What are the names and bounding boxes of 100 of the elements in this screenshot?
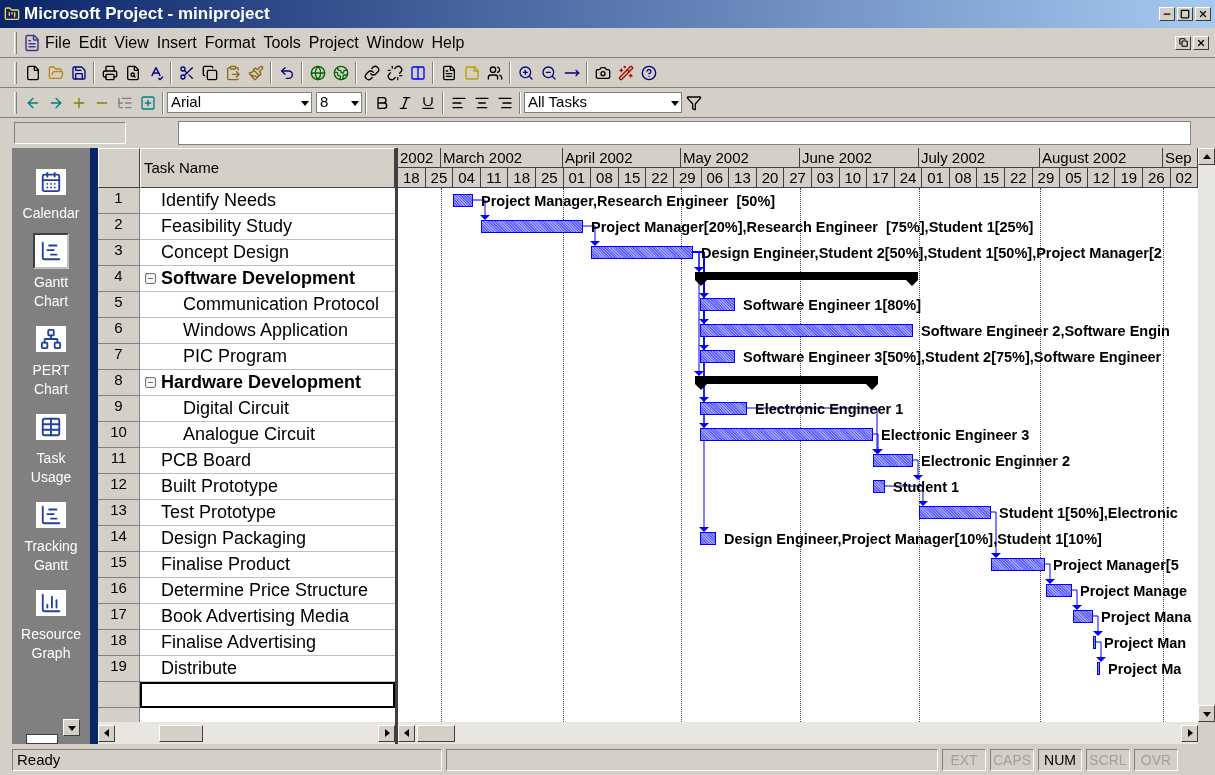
task-name: Analogue Circuit <box>183 423 316 446</box>
resource-label: Project Manage <box>1080 582 1188 601</box>
scroll-right-button[interactable] <box>1181 724 1198 742</box>
week-header: 12 <box>1087 168 1116 188</box>
maximize-button[interactable] <box>1177 7 1193 21</box>
task-bar[interactable] <box>873 480 885 493</box>
task-name: Feasibility Study <box>161 215 293 238</box>
menu-item[interactable]: Edit <box>74 30 111 55</box>
collapse-icon[interactable] <box>144 272 157 285</box>
week-header: 04 <box>453 168 481 188</box>
row-number[interactable]: 8 <box>98 370 140 396</box>
row-number[interactable]: 14 <box>98 526 140 552</box>
resource-label: Electronic Enginner 2 <box>921 452 1071 471</box>
menu-item[interactable]: Project <box>304 30 363 55</box>
summary-bar[interactable] <box>695 272 918 286</box>
menu-item[interactable]: Help <box>427 30 469 55</box>
resource-label: Project Manager[5 <box>1053 556 1179 575</box>
menu-item[interactable]: File <box>41 30 75 55</box>
row-number[interactable]: 19 <box>98 656 140 682</box>
row-number[interactable]: 11 <box>98 448 140 474</box>
week-header: 15 <box>618 168 647 188</box>
row-number[interactable]: 7 <box>98 344 140 370</box>
row-number[interactable]: 6 <box>98 318 140 344</box>
view-button[interactable]: Tracking Gantt <box>13 497 89 575</box>
menu-item[interactable]: Tools <box>259 30 305 55</box>
row-number[interactable]: 12 <box>98 474 140 500</box>
scroll-down-button[interactable] <box>1198 705 1215 722</box>
task-bar[interactable] <box>1097 662 1100 675</box>
view-button[interactable]: Calendar <box>13 164 89 223</box>
scroll-down-button[interactable] <box>63 719 80 736</box>
week-header: 10 <box>839 168 868 188</box>
week-header: 11 <box>480 168 509 188</box>
view-button[interactable]: Task Usage <box>13 409 89 487</box>
task-bar[interactable] <box>591 246 693 259</box>
window-title: Microsoft Project - miniproject <box>24 3 270 26</box>
menu-item[interactable]: View <box>110 30 153 55</box>
minimize-button[interactable] <box>1159 7 1175 21</box>
task-bar[interactable] <box>453 194 473 207</box>
select-all-corner[interactable] <box>98 148 140 188</box>
row-header[interactable] <box>98 682 140 708</box>
column-header[interactable]: Task Name <box>140 148 395 188</box>
selected-cell[interactable] <box>140 682 395 708</box>
scroll-left-button[interactable] <box>398 724 415 742</box>
scroll-thumb[interactable] <box>417 724 455 742</box>
close-button[interactable] <box>1193 35 1209 50</box>
scroll-up-button[interactable] <box>1198 148 1215 165</box>
row-number[interactable]: 18 <box>98 630 140 656</box>
resource-label: Student 1 <box>893 478 960 497</box>
task-bar[interactable] <box>1046 584 1072 597</box>
row-number[interactable]: 3 <box>98 240 140 266</box>
collapse-icon[interactable] <box>144 376 157 389</box>
scroll-left-button[interactable] <box>98 724 115 742</box>
view-button[interactable]: Gantt Chart <box>13 233 89 311</box>
menu-item[interactable]: Insert <box>152 30 201 55</box>
summary-bar[interactable] <box>695 376 878 390</box>
scroll-thumb[interactable] <box>159 724 203 742</box>
row-number[interactable]: 10 <box>98 422 140 448</box>
task-bar[interactable] <box>481 220 583 233</box>
font-dropdown[interactable]: Arial <box>167 92 312 113</box>
row-number[interactable]: 2 <box>98 214 140 240</box>
task-bar[interactable] <box>700 402 747 415</box>
task-bar[interactable] <box>919 506 991 519</box>
task-bar[interactable] <box>1073 610 1093 623</box>
row-number[interactable]: 1 <box>98 188 140 214</box>
task-bar[interactable] <box>700 324 913 337</box>
close-button[interactable] <box>1195 7 1211 21</box>
view-button[interactable]: Resource Graph <box>13 585 89 663</box>
row-number[interactable]: 15 <box>98 552 140 578</box>
task-name: Finalise Advertising <box>161 631 317 654</box>
row-number[interactable]: 13 <box>98 500 140 526</box>
week-header: 18 <box>398 168 426 188</box>
task-bar[interactable] <box>700 428 873 441</box>
task-bar[interactable] <box>700 350 735 363</box>
week-header: 01 <box>922 168 950 188</box>
row-number[interactable]: 17 <box>98 604 140 630</box>
row-number[interactable]: 5 <box>98 292 140 318</box>
row-number[interactable]: 16 <box>98 578 140 604</box>
week-header: 27 <box>784 168 812 188</box>
task-bar[interactable] <box>873 454 913 467</box>
entry-field[interactable] <box>178 121 1191 145</box>
resource-label: Software Engineer 2,Software Engin <box>921 322 1170 341</box>
week-header: 08 <box>949 168 978 188</box>
menu-item[interactable]: Format <box>200 30 260 55</box>
row-number[interactable]: 4 <box>98 266 140 292</box>
font-size-dropdown[interactable]: 8 <box>316 92 362 113</box>
restore-button[interactable] <box>1175 35 1191 50</box>
task-name: Software Development <box>161 267 356 290</box>
task-bar[interactable] <box>700 298 735 311</box>
task-bar[interactable] <box>1093 636 1096 649</box>
task-bar[interactable] <box>700 532 716 545</box>
scroll-right-button[interactable] <box>378 724 395 742</box>
task-bar[interactable] <box>991 558 1045 571</box>
menu-item[interactable]: Window <box>362 30 428 55</box>
view-icon[interactable] <box>26 734 58 744</box>
task-name: Digital Circuit <box>183 397 290 420</box>
view-button[interactable]: PERT Chart <box>13 321 89 399</box>
filter-dropdown[interactable]: All Tasks <box>524 92 682 113</box>
resource-label: Project Manager[20%],Research Engineer [75%],Student 1[25%] <box>591 218 1034 237</box>
status-text: Ready <box>12 748 442 771</box>
row-number[interactable]: 9 <box>98 396 140 422</box>
